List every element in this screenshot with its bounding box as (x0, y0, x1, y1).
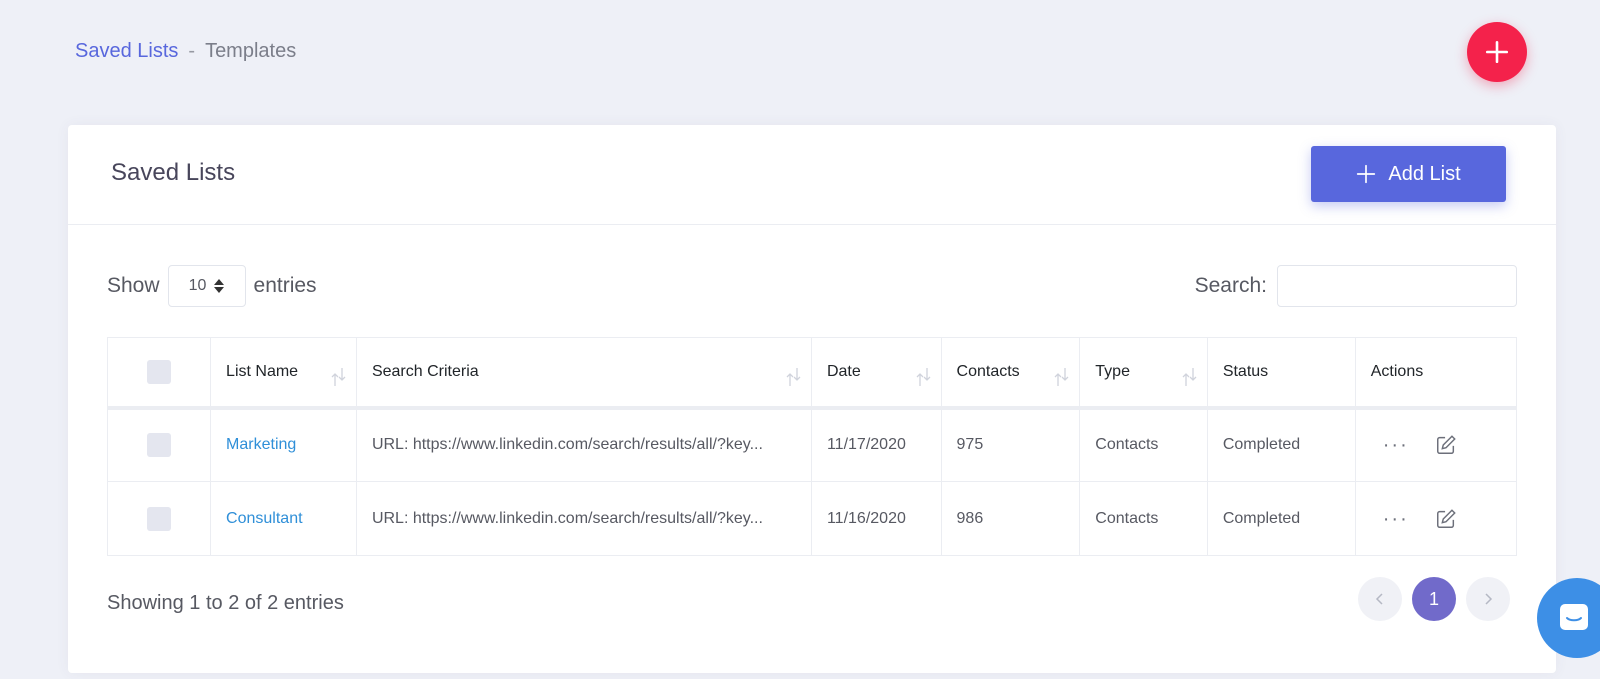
page-length-select[interactable]: 10 (167, 265, 246, 307)
row-checkbox[interactable] (147, 433, 172, 458)
column-label: Actions (1370, 362, 1424, 380)
saved-lists-table: List Name Search Criteria Date Contacts … (106, 337, 1518, 556)
criteria-cell: URL: https://www.linkedin.com/search/res… (355, 407, 812, 482)
date-cell: 11/16/2020 (810, 481, 942, 556)
card-title: Saved Lists (111, 159, 236, 186)
sort-icon (1182, 368, 1197, 386)
row-checkbox[interactable] (147, 506, 172, 531)
chevron-left-icon (1375, 593, 1383, 605)
column-search-criteria[interactable]: Search Criteria (355, 337, 812, 410)
breadcrumb-separator: - (188, 40, 196, 62)
sort-icon (786, 368, 801, 386)
breadcrumb-current: Templates (205, 40, 297, 62)
contacts-cell: 986 (940, 481, 1081, 556)
show-label: Show (107, 274, 160, 297)
list-name-cell: Marketing (210, 407, 357, 482)
column-label: Status (1222, 362, 1269, 380)
more-actions-icon[interactable]: ··· (1383, 509, 1409, 529)
page-length-control: Show 10 entries (107, 265, 317, 307)
status-cell: Completed (1206, 407, 1356, 482)
pagination: 1 (1358, 577, 1510, 621)
table-row: Consultant URL: https://www.linkedin.com… (106, 481, 1518, 556)
table-row: Marketing URL: https://www.linkedin.com/… (106, 407, 1518, 482)
search-criteria-text: URL: https://www.linkedin.com/search/res… (371, 436, 763, 454)
column-date[interactable]: Date (810, 337, 942, 410)
column-label: Contacts (956, 362, 1020, 380)
status-cell: Completed (1206, 481, 1356, 556)
plus-icon (1485, 40, 1509, 64)
plus-icon (1357, 164, 1376, 184)
page-1-button[interactable]: 1 (1412, 577, 1456, 621)
sort-icon (1054, 368, 1069, 386)
edit-icon[interactable] (1435, 508, 1457, 530)
type-cell: Contacts (1079, 481, 1208, 556)
chat-icon (1560, 604, 1588, 630)
column-status: Status (1206, 337, 1356, 410)
page-length-value: 10 (188, 277, 207, 294)
select-all-checkbox[interactable] (147, 359, 172, 384)
list-name-link[interactable]: Marketing (226, 436, 296, 453)
row-select-cell (106, 481, 212, 556)
add-list-button[interactable]: Add List (1311, 146, 1506, 202)
breadcrumb-saved-lists-link[interactable]: Saved Lists (75, 40, 178, 63)
actions-cell: ··· (1354, 407, 1518, 482)
row-select-cell (106, 407, 212, 482)
column-contacts[interactable]: Contacts (940, 337, 1081, 410)
chevron-right-icon (1485, 593, 1493, 605)
quick-add-button[interactable] (1467, 22, 1527, 82)
list-name-cell: Consultant (210, 481, 357, 556)
actions-cell: ··· (1354, 481, 1518, 556)
sort-icon (916, 368, 930, 386)
previous-page-button[interactable] (1358, 577, 1402, 621)
date-cell: 11/17/2020 (810, 407, 942, 482)
next-page-button[interactable] (1466, 577, 1510, 621)
sort-icon (331, 368, 346, 386)
column-label: Type (1095, 362, 1130, 380)
top-bar: Saved Lists - Templates (0, 0, 1600, 110)
search-criteria-text: URL: https://www.linkedin.com/search/res… (371, 509, 763, 527)
column-label: List Name (226, 362, 299, 380)
type-cell: Contacts (1079, 407, 1208, 482)
select-all-cell (106, 337, 212, 410)
column-actions: Actions (1354, 337, 1518, 410)
search-input[interactable] (1277, 265, 1517, 307)
contacts-cell: 975 (940, 407, 1081, 482)
card-header: Saved Lists Add List (68, 125, 1556, 225)
select-arrows-icon (214, 279, 225, 293)
column-label: Date (826, 362, 861, 380)
search-control: Search: (1195, 265, 1517, 307)
add-list-label: Add List (1388, 162, 1461, 185)
breadcrumb: Saved Lists - Templates (75, 40, 296, 63)
saved-lists-card: Saved Lists Add List Show 10 entries Sea… (68, 125, 1556, 673)
list-name-link[interactable]: Consultant (226, 510, 303, 527)
table-info: Showing 1 to 2 of 2 entries (107, 592, 344, 614)
table-header-row: List Name Search Criteria Date Contacts … (106, 337, 1518, 410)
edit-icon[interactable] (1435, 434, 1457, 456)
column-label: Search Criteria (371, 362, 479, 380)
more-actions-icon[interactable]: ··· (1383, 435, 1409, 455)
entries-label: entries (253, 274, 317, 297)
column-type[interactable]: Type (1079, 337, 1208, 410)
column-list-name[interactable]: List Name (210, 337, 357, 410)
search-label: Search: (1194, 274, 1267, 297)
table-controls: Show 10 entries Search: (107, 265, 1517, 309)
criteria-cell: URL: https://www.linkedin.com/search/res… (355, 481, 812, 556)
